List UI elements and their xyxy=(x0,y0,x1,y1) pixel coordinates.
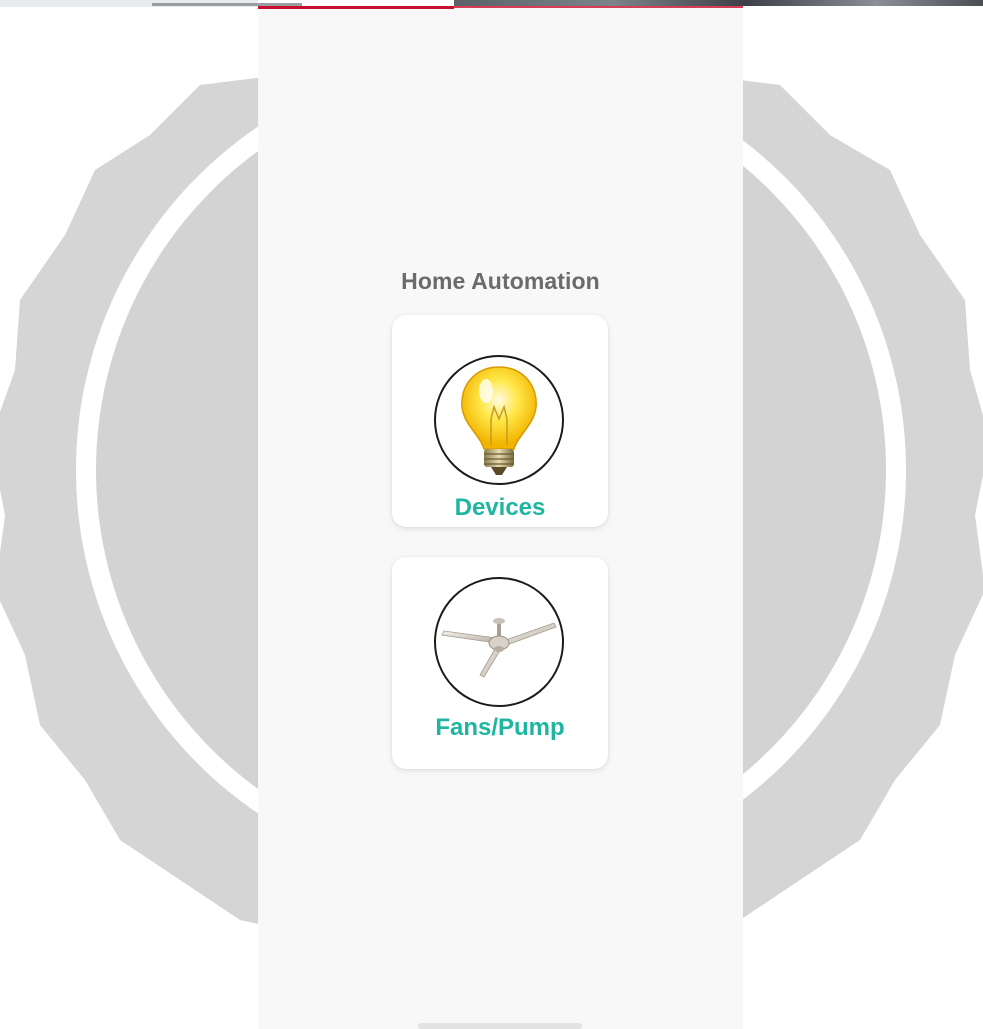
ceiling-fan-icon xyxy=(434,577,564,707)
app-screen: Home Automation Devices Fans/Pump xyxy=(258,6,743,1029)
devices-card[interactable]: Devices xyxy=(392,315,608,527)
status-accent-bar xyxy=(258,6,454,9)
fans-pump-card[interactable]: Fans/Pump xyxy=(392,557,608,769)
home-indicator[interactable] xyxy=(418,1023,582,1029)
devices-label: Devices xyxy=(454,494,546,521)
page-title: Home Automation xyxy=(401,268,600,294)
screen: Home Automation Devices Fans/Pump xyxy=(0,0,983,1029)
light-bulb-icon xyxy=(434,355,564,485)
fans-pump-label: Fans/Pump xyxy=(435,714,565,741)
status-accent-line xyxy=(454,6,743,8)
